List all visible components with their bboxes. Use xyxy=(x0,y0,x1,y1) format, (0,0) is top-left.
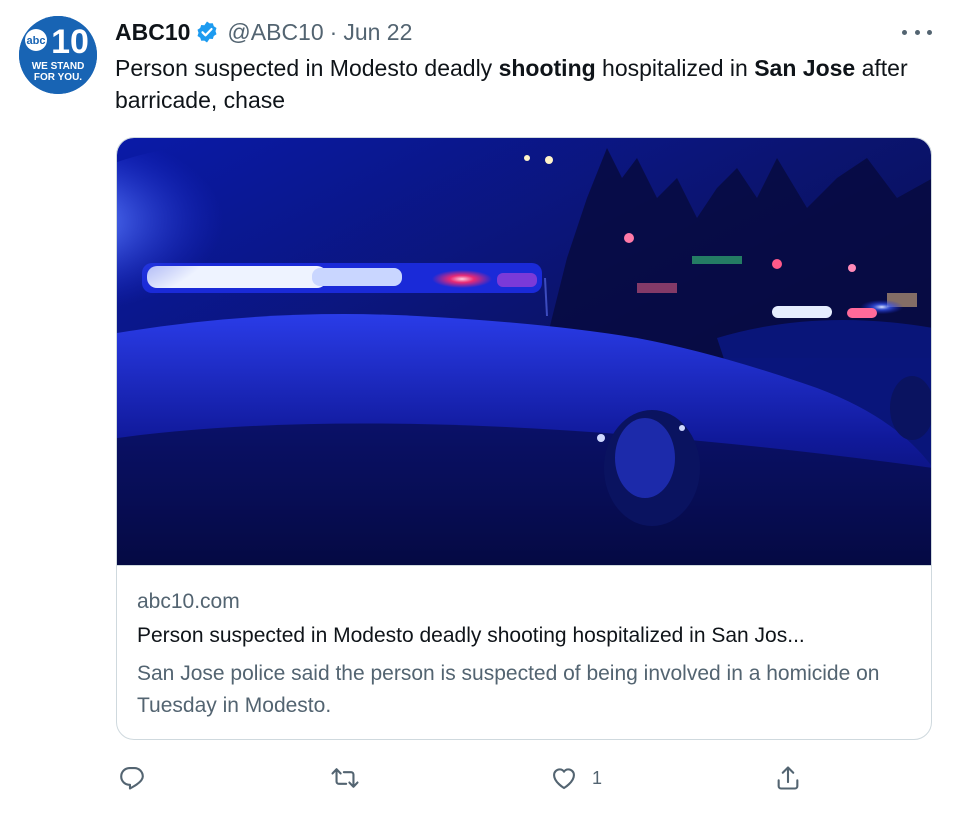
retweet-icon xyxy=(331,768,359,788)
tweet-text-bold: shooting xyxy=(498,55,596,81)
abc10-logo: abc 10 WE STAND FOR YOU. xyxy=(19,16,97,94)
card-title: Person suspected in Modesto deadly shoot… xyxy=(137,624,805,647)
like-button[interactable]: 1 xyxy=(550,762,602,794)
separator-dot: · xyxy=(329,18,338,45)
avatar[interactable]: abc 10 WE STAND FOR YOU. xyxy=(19,16,97,94)
more-options-icon[interactable] xyxy=(902,20,932,44)
tweet-header: ABC10 @ABC10 · Jun 22 xyxy=(115,16,412,48)
logo-abc-text: abc xyxy=(27,35,46,47)
like-count: 1 xyxy=(592,767,603,788)
logo-10-text: 10 xyxy=(51,23,89,61)
tweet-text: Person suspected in Modesto deadly shoot… xyxy=(115,52,915,116)
handle[interactable]: @ABC10 xyxy=(227,19,323,46)
display-name[interactable]: ABC10 xyxy=(115,19,190,46)
tweet-text-bold: San Jose xyxy=(754,55,856,81)
tweet-date[interactable]: Jun 22 xyxy=(343,19,412,46)
heart-icon xyxy=(553,768,575,790)
reply-button[interactable] xyxy=(118,762,160,794)
card-domain: abc10.com xyxy=(137,590,240,613)
retweet-button[interactable] xyxy=(330,762,374,794)
tweet-text-part: Person suspected in Modesto deadly xyxy=(115,55,499,81)
link-card[interactable]: abc10.com Person suspected in Modesto de… xyxy=(116,137,932,740)
card-description: San Jose police said the person is suspe… xyxy=(137,662,880,717)
reply-icon xyxy=(120,767,144,790)
tweet-text-part: hospitalized in xyxy=(595,55,755,81)
tweet: abc 10 WE STAND FOR YOU. ABC10 @ABC10 · … xyxy=(0,0,960,814)
logo-tagline-2: FOR YOU. xyxy=(34,72,82,83)
logo-tagline-1: WE STAND xyxy=(32,61,85,72)
verified-badge-icon xyxy=(195,20,219,44)
card-image[interactable] xyxy=(117,138,931,566)
share-icon xyxy=(777,766,799,790)
police-lights-image xyxy=(117,138,931,565)
share-button[interactable] xyxy=(774,762,816,794)
